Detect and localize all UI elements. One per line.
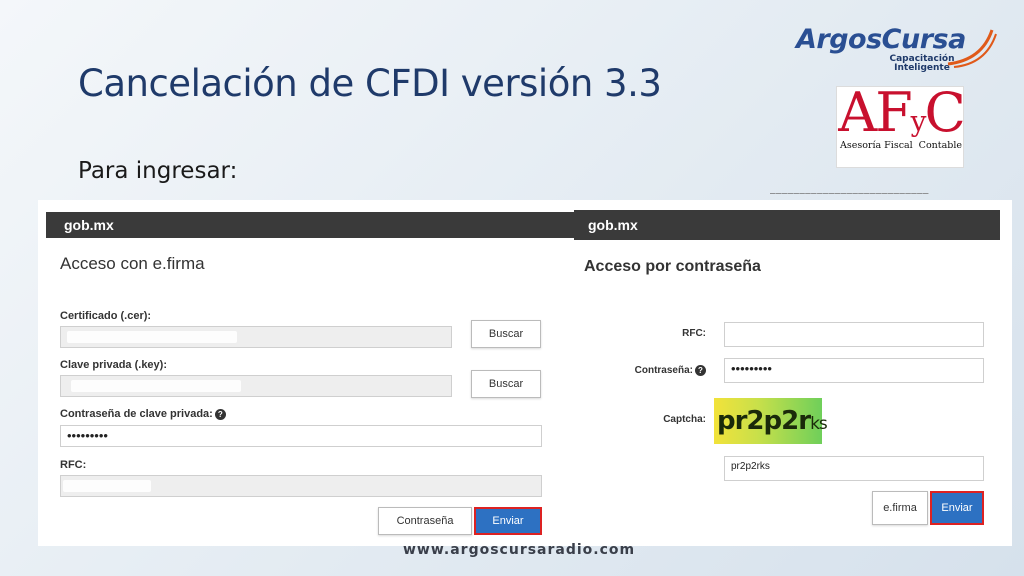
certificate-label: Certificado (.cer):	[60, 310, 152, 322]
password-login-button[interactable]: Contraseña	[378, 507, 472, 535]
password-submit-button[interactable]: Enviar	[930, 491, 984, 525]
certificate-field[interactable]	[60, 326, 452, 348]
help-icon[interactable]: ?	[695, 365, 706, 376]
redacted-value	[71, 380, 241, 392]
private-key-field[interactable]	[60, 375, 452, 397]
password-label: Contraseña:?	[606, 365, 706, 376]
afc-logo-letters: AFyC	[838, 81, 966, 144]
key-password-label: Contraseña de clave privada:?	[60, 408, 226, 420]
captcha-image: pr2p2rks	[714, 398, 828, 444]
argos-logo-tagline: Capacitación Inteligente	[889, 54, 955, 73]
key-browse-button[interactable]: Buscar	[471, 370, 541, 398]
rfc-field[interactable]	[60, 475, 542, 497]
efirma-login-button[interactable]: e.firma	[872, 491, 928, 525]
efirma-heading: Acceso con e.firma	[60, 254, 205, 273]
efirma-login-panel: gob.mx Acceso con e.firma Certificado (.…	[46, 212, 586, 540]
key-password-input[interactable]: •••••••••	[60, 425, 542, 447]
argos-logo-name: ArgosCursa	[796, 24, 966, 55]
gob-mx-header: gob.mx	[574, 210, 1000, 240]
rfc-label: RFC:	[682, 328, 706, 339]
password-login-panel: gob.mx Acceso por contraseña RFC: Contra…	[574, 210, 1000, 544]
rfc-input[interactable]	[724, 322, 984, 347]
afc-logo-text: Asesoría Fiscal Contable	[839, 140, 963, 151]
password-input[interactable]: •••••••••	[724, 358, 984, 383]
private-key-label: Clave privada (.key):	[60, 359, 167, 371]
redacted-value	[63, 480, 151, 492]
screenshots-container: gob.mx Acceso con e.firma Certificado (.…	[38, 200, 1012, 546]
slide-subtitle: Para ingresar:	[78, 158, 238, 184]
password-heading: Acceso por contraseña	[584, 258, 761, 275]
argos-cursa-logo: ArgosCursa Capacitación Inteligente	[792, 22, 998, 74]
gob-mx-header: gob.mx	[46, 212, 585, 238]
afc-logo: AFyC Asesoría Fiscal Contable	[836, 81, 966, 168]
efirma-submit-button[interactable]: Enviar	[474, 507, 542, 535]
footer-url: www.argoscursaradio.com	[403, 542, 636, 558]
help-icon[interactable]: ?	[214, 408, 226, 420]
redacted-value	[67, 331, 237, 343]
captcha-input[interactable]: pr2p2rks	[724, 456, 984, 481]
cert-browse-button[interactable]: Buscar	[471, 320, 541, 348]
slide-title: Cancelación de CFDI versión 3.3	[78, 62, 662, 105]
rfc-label: RFC:	[60, 459, 87, 471]
captcha-label: Captcha:	[663, 414, 706, 425]
